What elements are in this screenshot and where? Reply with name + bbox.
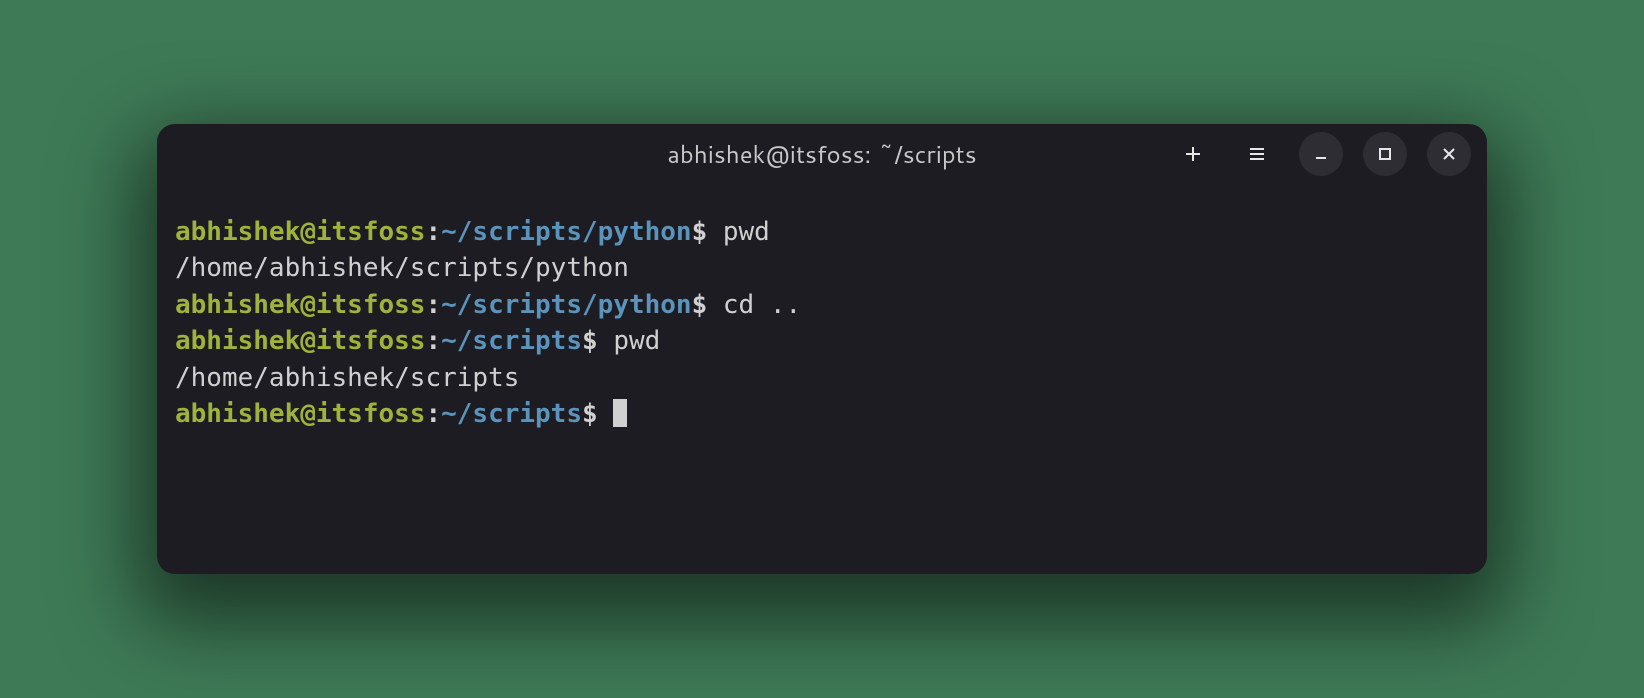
new-tab-button[interactable] [1171,132,1215,176]
terminal-window: abhishek@itsfoss: ~/scripts abhishek@its… [157,124,1487,574]
prompt-path: ~/scripts/python [441,290,691,320]
output-text: /home/abhishek/scripts/python [175,253,629,283]
maximize-icon [1375,144,1395,164]
minimize-icon [1311,144,1331,164]
close-button[interactable] [1427,132,1471,176]
terminal-line: abhishek@itsfoss:~/scripts$ [175,396,1469,432]
terminal-line: /home/abhishek/scripts [175,360,1469,396]
prompt-dollar: $ [692,290,723,320]
prompt-user-host: abhishek@itsfoss [175,399,425,429]
hamburger-icon [1247,144,1267,164]
prompt-dollar: $ [582,326,613,356]
maximize-button[interactable] [1363,132,1407,176]
prompt-colon: : [425,326,441,356]
title-bar: abhishek@itsfoss: ~/scripts [157,124,1487,184]
terminal-line: /home/abhishek/scripts/python [175,250,1469,286]
prompt-colon: : [425,399,441,429]
cursor-icon [613,399,627,427]
prompt-command: cd .. [723,290,801,320]
plus-icon [1183,144,1203,164]
terminal-line: abhishek@itsfoss:~/scripts$ pwd [175,323,1469,359]
title-controls [1171,132,1471,176]
menu-button[interactable] [1235,132,1279,176]
prompt-path: ~/scripts/python [441,217,691,247]
prompt-dollar: $ [582,399,613,429]
prompt-user-host: abhishek@itsfoss [175,217,425,247]
prompt-command: pwd [723,217,770,247]
terminal-line: abhishek@itsfoss:~/scripts/python$ pwd [175,214,1469,250]
prompt-colon: : [425,290,441,320]
prompt-dollar: $ [692,217,723,247]
minimize-button[interactable] [1299,132,1343,176]
window-title: abhishek@itsfoss: ~/scripts [667,137,976,171]
terminal-line: abhishek@itsfoss:~/scripts/python$ cd .. [175,287,1469,323]
prompt-user-host: abhishek@itsfoss [175,326,425,356]
prompt-path: ~/scripts [441,399,582,429]
close-icon [1439,144,1459,164]
prompt-path: ~/scripts [441,326,582,356]
prompt-user-host: abhishek@itsfoss [175,290,425,320]
output-text: /home/abhishek/scripts [175,363,519,393]
terminal-body[interactable]: abhishek@itsfoss:~/scripts/python$ pwd/h… [157,184,1487,574]
prompt-colon: : [425,217,441,247]
prompt-command: pwd [613,326,660,356]
